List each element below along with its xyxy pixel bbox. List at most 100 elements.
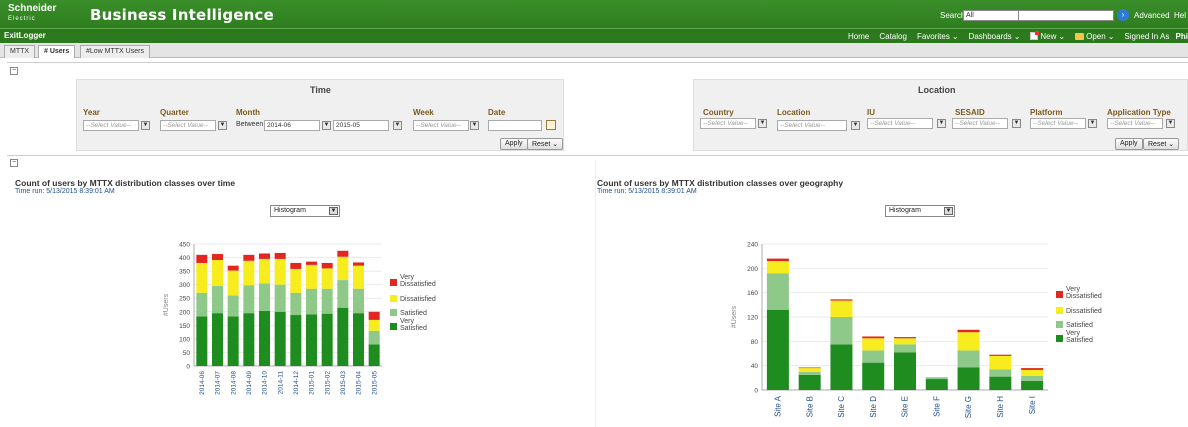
bar-segment[interactable] (196, 254, 208, 263)
bar-segment[interactable] (321, 268, 333, 289)
bar-segment[interactable] (321, 313, 333, 366)
bar-segment[interactable] (274, 258, 286, 285)
bar-segment[interactable] (894, 338, 916, 345)
bar-segment[interactable] (243, 260, 255, 286)
time-reset-button[interactable]: Reset ⌄ (527, 138, 564, 150)
tab-low-mttx-users[interactable]: #Low MTTX Users (80, 45, 150, 58)
bar-segment[interactable] (274, 311, 286, 366)
open-menu[interactable]: Open ⌄ (1075, 30, 1114, 42)
bar-segment[interactable] (368, 330, 380, 345)
bar-segment[interactable] (894, 352, 916, 390)
users-over-time-chart[interactable]: 0 50 100 150 200 250 300 350 400 450 #Users 2014-06… (150, 232, 460, 427)
bar-segment[interactable] (989, 376, 1012, 390)
bar-segment[interactable] (368, 344, 380, 366)
bar-segment[interactable] (830, 299, 853, 301)
bar-segment[interactable] (798, 368, 821, 372)
chevron-down-icon[interactable]: ▼ (1166, 119, 1175, 128)
bar-segment[interactable] (321, 288, 333, 314)
tab-mttx[interactable]: MTTX (4, 45, 36, 58)
bar-segment[interactable] (337, 280, 349, 308)
user-name[interactable]: Phi (1176, 32, 1188, 41)
bar-segment[interactable] (212, 259, 223, 287)
bar-segment[interactable] (862, 338, 885, 351)
right-view-selector[interactable]: Histogram ▼ (885, 205, 955, 217)
bar-segment[interactable] (227, 316, 239, 366)
location-apply-button[interactable]: Apply (1115, 138, 1143, 150)
left-view-selector[interactable]: Histogram ▼ (270, 205, 340, 217)
chevron-down-icon[interactable]: ▼ (218, 121, 227, 130)
collapse-icon[interactable]: − (10, 67, 18, 75)
bar-segment[interactable] (957, 367, 980, 390)
bar-segment[interactable] (957, 350, 980, 368)
date-input[interactable] (488, 120, 542, 131)
chevron-down-icon[interactable]: ▼ (758, 119, 767, 128)
bar-segment[interactable] (1021, 368, 1044, 370)
bar-segment[interactable] (1021, 369, 1044, 377)
bar-segment[interactable] (243, 254, 255, 261)
bar-segment[interactable] (306, 288, 317, 315)
bar-segment[interactable] (766, 261, 789, 274)
application-type-select[interactable]: --Select Value-- (1107, 118, 1163, 129)
bar-segment[interactable] (862, 362, 885, 390)
bar-segment[interactable] (259, 310, 270, 366)
location-reset-button[interactable]: Reset ⌄ (1143, 138, 1180, 150)
bar-segment[interactable] (274, 284, 286, 312)
month-from-select[interactable]: 2014-06 (264, 120, 320, 131)
bar-segment[interactable] (259, 258, 270, 284)
bar-segment[interactable] (1021, 376, 1044, 381)
bar-segment[interactable] (243, 285, 255, 314)
catalog-link[interactable]: Catalog (879, 30, 907, 42)
bar-segment[interactable] (353, 313, 364, 366)
bar-segment[interactable] (894, 344, 916, 353)
bar-segment[interactable] (227, 270, 239, 296)
bar-segment[interactable] (353, 288, 364, 314)
bar-segment[interactable] (337, 307, 349, 366)
quarter-select[interactable]: --Select Value-- (160, 120, 216, 131)
location-select[interactable]: --Select Value-- (777, 120, 847, 131)
country-select[interactable]: --Select Value-- (700, 118, 756, 129)
bar-segment[interactable] (274, 252, 286, 259)
bar-segment[interactable] (925, 379, 948, 390)
bar-segment[interactable] (306, 264, 317, 289)
bar-segment[interactable] (894, 337, 916, 339)
bar-segment[interactable] (227, 265, 239, 271)
chevron-down-icon[interactable]: ▼ (851, 121, 860, 130)
users-over-geography-chart[interactable]: 0 40 80 120 160 200 240 #Users Site A Site B Site … (720, 232, 1120, 427)
bar-segment[interactable] (830, 344, 853, 390)
sesaid-select[interactable]: --Select Value-- (952, 118, 1008, 129)
bar-segment[interactable] (196, 262, 208, 293)
chevron-down-icon[interactable]: ▼ (329, 207, 338, 215)
company-logo[interactable]: Schneider Electric (8, 3, 56, 25)
chevron-down-icon[interactable]: ▼ (944, 207, 953, 215)
help-link[interactable]: Hel (1174, 11, 1186, 20)
bar-segment[interactable] (259, 253, 270, 259)
platform-select[interactable]: --Select Value-- (1030, 118, 1086, 129)
home-link[interactable]: Home (848, 30, 869, 42)
bar-segment[interactable] (321, 262, 333, 269)
bar-segment[interactable] (798, 371, 821, 375)
month-to-select[interactable]: 2015-05 (333, 120, 389, 131)
calendar-icon[interactable] (546, 120, 556, 130)
time-apply-button[interactable]: Apply (500, 138, 528, 150)
bar-segment[interactable] (830, 317, 853, 345)
chevron-down-icon[interactable]: ▼ (1088, 119, 1097, 128)
bar-segment[interactable] (957, 329, 980, 333)
bar-segment[interactable] (798, 367, 821, 369)
chevron-down-icon[interactable]: ▼ (1012, 119, 1021, 128)
bar-segment[interactable] (957, 332, 980, 351)
bar-segment[interactable] (306, 314, 317, 366)
bar-segment[interactable] (925, 377, 948, 380)
bar-segment[interactable] (989, 355, 1012, 370)
bar-segment[interactable] (766, 258, 789, 262)
bar-segment[interactable] (212, 254, 223, 260)
bar-segment[interactable] (290, 268, 302, 293)
bar-segment[interactable] (798, 374, 821, 390)
bar-segment[interactable] (243, 313, 255, 366)
bar-segment[interactable] (766, 273, 789, 310)
chevron-down-icon[interactable]: ▼ (141, 121, 150, 130)
chevron-down-icon[interactable]: ▼ (393, 121, 402, 130)
bar-segment[interactable] (290, 315, 302, 366)
bar-segment[interactable] (259, 283, 270, 311)
chevron-down-icon[interactable]: ▼ (937, 119, 946, 128)
bar-segment[interactable] (862, 336, 885, 339)
